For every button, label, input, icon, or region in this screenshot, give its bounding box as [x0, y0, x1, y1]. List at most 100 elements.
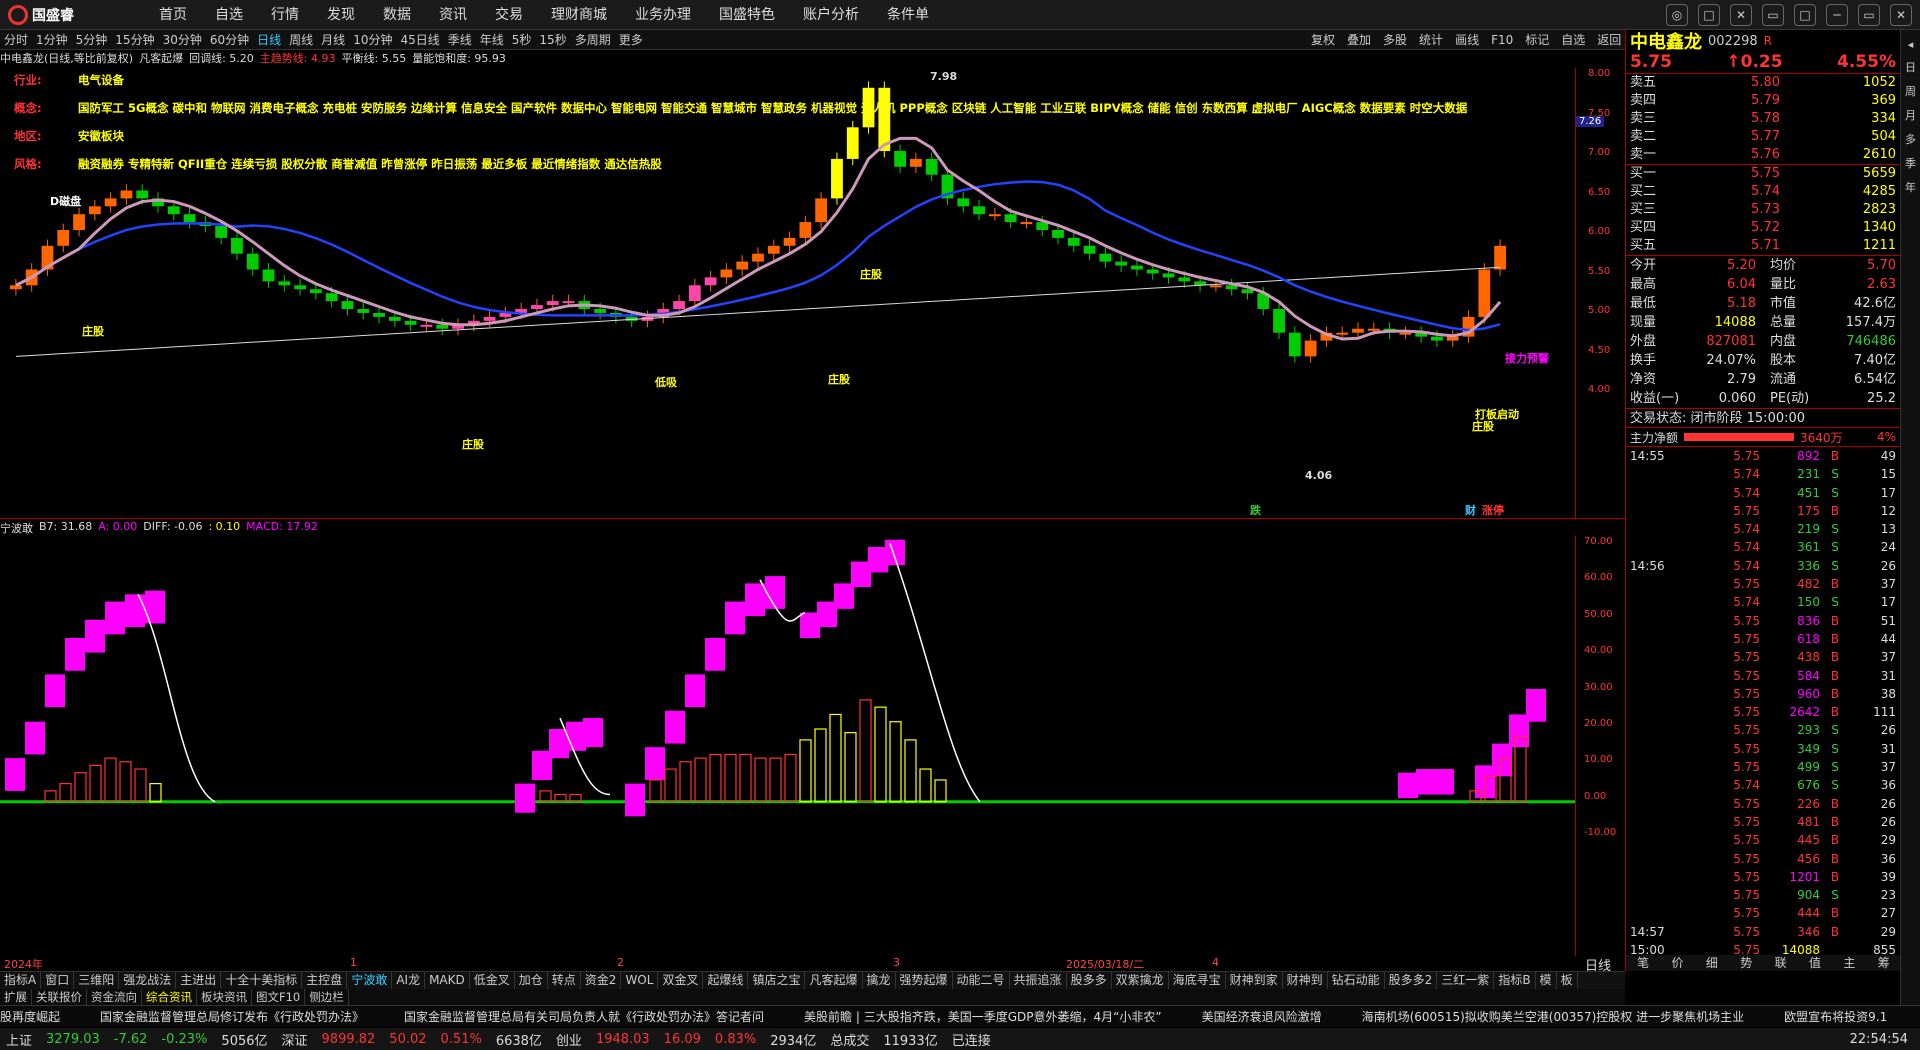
indicator-tab[interactable]: 财神到 [1283, 972, 1328, 989]
indicator-tab[interactable]: 钻石动能 [1328, 972, 1385, 989]
indicator-tab[interactable]: 主进出 [176, 972, 222, 989]
indicator-tab[interactable]: 双金叉 [658, 972, 704, 989]
chart-tool-button[interactable]: 自选 [1555, 30, 1591, 50]
indicator-tab[interactable]: 起爆线 [703, 972, 749, 989]
menu-item[interactable]: 国盛特色 [705, 0, 789, 30]
news-item[interactable]: 美股前瞻 | 三大股指齐跌，美国一季度GDP意外萎缩，4月“小非农” [804, 1006, 1162, 1027]
quote-tab[interactable]: 细 [1695, 955, 1729, 971]
sz-index-name[interactable]: 深证 [282, 1030, 308, 1049]
sidebar-button[interactable]: ◂ [1901, 38, 1920, 51]
period-tab[interactable]: 周线 [285, 30, 317, 49]
chart-tool-button[interactable]: 叠加 [1341, 30, 1377, 50]
chart-tool-button[interactable]: 多股 [1377, 30, 1413, 50]
chart-tool-button[interactable]: 标记 [1519, 30, 1555, 50]
indicator-chart[interactable] [0, 536, 1575, 956]
indicator-tab[interactable]: 股多多 [1067, 972, 1112, 989]
chart-tool-button[interactable]: 复权 [1305, 30, 1341, 50]
quote-tab[interactable]: 笔 [1626, 955, 1660, 971]
period-tab[interactable]: 多周期 [571, 30, 615, 49]
sidebar-button[interactable]: 月 [1901, 107, 1920, 123]
bottom-tab[interactable]: 侧边栏 [305, 989, 349, 1005]
menu-item[interactable]: 理财商城 [537, 0, 621, 30]
bottom-tab[interactable]: 扩展 [0, 989, 32, 1005]
indicator-tab[interactable]: 加仓 [515, 972, 548, 989]
quote-tab[interactable]: 值 [1798, 955, 1832, 971]
period-tab[interactable]: 分时 [0, 30, 32, 49]
period-tab[interactable]: 月线 [317, 30, 349, 49]
menu-item[interactable]: 首页 [145, 0, 201, 30]
indicator-tab[interactable]: 强龙战法 [119, 972, 177, 989]
indicator-tab[interactable]: 动能二号 [953, 972, 1010, 989]
period-tab[interactable]: 5秒 [508, 30, 536, 49]
menu-item[interactable]: 交易 [481, 0, 537, 30]
window-button-icon[interactable]: ─ [1826, 4, 1848, 26]
indicator-tab[interactable]: 宁波敢 [347, 972, 393, 989]
indicator-tab[interactable]: WOL [621, 972, 659, 989]
period-tab[interactable]: 日线 [253, 30, 285, 49]
bottom-tab[interactable]: 资金流向 [87, 989, 142, 1005]
indicator-tab[interactable]: 海底寻宝 [1169, 972, 1226, 989]
period-tab[interactable]: 更多 [615, 30, 647, 49]
window-button-icon[interactable]: □ [1794, 4, 1816, 26]
quote-tab[interactable]: 价 [1660, 955, 1694, 971]
indicator-tab[interactable]: AI龙 [392, 972, 426, 989]
bottom-tab[interactable]: 板块资讯 [197, 989, 252, 1005]
news-item[interactable]: 国家金融监督管理总局修订发布《行政处罚办法》 [100, 1006, 364, 1027]
menu-item[interactable]: 行情 [257, 0, 313, 30]
bottom-tab[interactable]: 图文F10 [252, 989, 306, 1005]
window-button-icon[interactable]: ✕ [1730, 4, 1752, 26]
bottom-tab[interactable]: 综合资讯 [142, 989, 197, 1005]
news-item[interactable]: 欧盟宣布将投资9.1 [1784, 1006, 1887, 1027]
window-button-icon[interactable]: ▭ [1762, 4, 1784, 26]
chart-tool-button[interactable]: 画线 [1449, 30, 1485, 50]
indicator-tab[interactable]: 低金叉 [470, 972, 515, 989]
indicator-tab[interactable]: 指标A [0, 972, 42, 989]
indicator-tab[interactable]: 共振追涨 [1010, 972, 1067, 989]
news-item[interactable]: 国家金融监督管理总局有关司局负责人就《行政处罚办法》答记者问 [404, 1006, 764, 1027]
indicator-tab[interactable]: 模 [1536, 972, 1557, 989]
indicator-tab[interactable]: 财神到家 [1226, 972, 1283, 989]
indicator-name[interactable]: 凡客起爆 [139, 50, 183, 68]
news-item[interactable]: 股再度崛起 [0, 1006, 60, 1027]
indicator-tab[interactable]: 三维阳 [74, 972, 120, 989]
menu-item[interactable]: 资讯 [425, 0, 481, 30]
sidebar-button[interactable]: 周 [1901, 83, 1920, 99]
cy-index-name[interactable]: 创业 [556, 1030, 582, 1049]
sidebar-button[interactable]: 日 [1901, 59, 1920, 75]
window-button-icon[interactable]: ◎ [1666, 4, 1688, 26]
tick-list[interactable]: 14:55 5.75 892 B 49 5.74 231 S 15 5.74 451 S 17 5.75 1… [1626, 447, 1900, 959]
indicator-tab[interactable]: 凡客起爆 [805, 972, 863, 989]
indicator-tab[interactable]: MAKD [425, 972, 470, 989]
indicator-tab[interactable]: 三红一紫 [1437, 972, 1495, 989]
period-tab[interactable]: 60分钟 [206, 30, 253, 49]
news-item[interactable]: 海南机场(600515)拟收购美兰空港(00357)控股权 进一步聚焦机场主业 [1362, 1006, 1745, 1027]
sidebar-button[interactable]: 多 [1901, 131, 1920, 147]
window-button-icon[interactable]: ▭ [1858, 4, 1880, 26]
chart-tool-button[interactable]: F10 [1485, 30, 1519, 50]
period-tab[interactable]: 15分钟 [111, 30, 158, 49]
bottom-tab[interactable]: 关联报价 [32, 989, 87, 1005]
quote-tab[interactable]: 筹 [1867, 955, 1901, 971]
indicator-tab[interactable]: 窗口 [41, 972, 75, 989]
indicator-tab[interactable]: 板 [1557, 972, 1578, 989]
chart-tool-button[interactable]: 统计 [1413, 30, 1449, 50]
indicator-tab[interactable]: 资金2 [581, 972, 622, 989]
sidebar-button[interactable]: 年 [1901, 179, 1920, 195]
menu-item[interactable]: 自选 [201, 0, 257, 30]
indicator-tab[interactable]: 指标B [1494, 972, 1536, 989]
indicator-tab[interactable]: 镇店之宝 [748, 972, 806, 989]
period-tab[interactable]: 45日线 [396, 30, 443, 49]
quote-tab[interactable]: 主 [1832, 955, 1866, 971]
chart-tool-button[interactable]: 返回 [1591, 30, 1627, 50]
indicator-tab[interactable]: 双紫擒龙 [1112, 972, 1169, 989]
period-tab[interactable]: 30分钟 [159, 30, 206, 49]
period-tab[interactable]: 5分钟 [72, 30, 112, 49]
menu-item[interactable]: 数据 [369, 0, 425, 30]
period-tab[interactable]: 15秒 [535, 30, 570, 49]
indicator-tab[interactable]: 股多多2 [1385, 972, 1438, 989]
menu-item[interactable]: 账户分析 [789, 0, 873, 30]
menu-item[interactable]: 业务办理 [621, 0, 705, 30]
window-button-icon[interactable]: ✕ [1890, 4, 1912, 26]
quote-tab[interactable]: 联 [1764, 955, 1798, 971]
indicator-tab[interactable]: 擒龙 [863, 972, 896, 989]
